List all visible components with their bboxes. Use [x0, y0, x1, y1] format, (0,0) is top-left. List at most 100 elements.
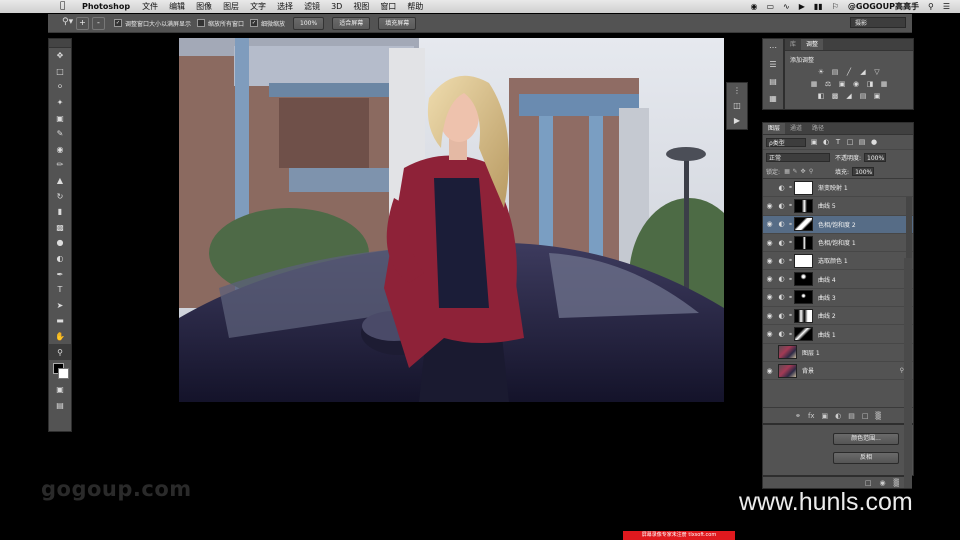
gradient-map-icon[interactable]: ▤ [859, 92, 868, 101]
layer-mask[interactable] [794, 198, 813, 213]
quick-select-tool-icon[interactable]: ✦ [49, 95, 71, 111]
layer-name[interactable]: 图层 1 [802, 348, 820, 357]
visibility-eye-icon[interactable]: ◉ [763, 367, 776, 375]
layer-name[interactable]: 曲线 4 [818, 275, 836, 284]
new-layer-icon[interactable]: □ [862, 412, 869, 420]
threshold-icon[interactable]: ◢ [845, 92, 854, 101]
lock-position-icon[interactable]: ✥ [799, 168, 807, 175]
layer-mask[interactable] [794, 180, 813, 195]
tab-adjustments[interactable]: 调整 [801, 39, 824, 50]
opacity-input[interactable]: 100% [864, 152, 887, 162]
fill-input[interactable]: 100% [852, 166, 875, 176]
channel-mixer-icon[interactable]: ◨ [866, 80, 875, 89]
layer-name[interactable]: 色相/饱和度 2 [818, 220, 856, 229]
wifi-icon[interactable]: ∿ [783, 0, 790, 13]
menu-filter[interactable]: 滤镜 [304, 0, 320, 13]
tab-layers[interactable]: 图层 [763, 123, 786, 134]
trash-icon[interactable]: ▒ [894, 479, 899, 487]
layer-mask[interactable] [794, 290, 813, 305]
notification-center-icon[interactable]: ☰ [943, 0, 950, 13]
layer-name[interactable]: 色相/饱和度 1 [818, 238, 856, 247]
resize-windows-checkbox[interactable]: ✓ [114, 19, 122, 27]
layer-name[interactable]: 曲线 3 [818, 293, 836, 302]
exposure-icon[interactable]: ◢ [859, 68, 868, 77]
dodge-tool-icon[interactable]: ◐ [49, 251, 71, 267]
background-color[interactable] [58, 367, 69, 379]
layer-name[interactable]: 选取颜色 1 [818, 256, 848, 265]
layer-name[interactable]: 背景 [802, 366, 814, 375]
properties-icon[interactable]: ▦ [763, 90, 783, 107]
menu-window[interactable]: 窗口 [380, 0, 396, 13]
brush-tool-icon[interactable]: ✏ [49, 157, 71, 173]
menu-3d[interactable]: 3D [331, 0, 342, 13]
add-mask-icon[interactable]: ▣ [822, 412, 829, 420]
zoom-all-checkbox[interactable] [197, 19, 206, 27]
posterize-icon[interactable]: ▩ [831, 92, 840, 101]
layer-row[interactable]: ◉ ◐ ⚭ 选取颜色 1 [763, 252, 913, 271]
visibility-eye-icon[interactable]: ◉ [763, 275, 776, 283]
lock-pixels-icon[interactable]: ✎ [791, 168, 799, 175]
battery-icon[interactable]: ▮▮ [814, 0, 823, 13]
color-balance-icon[interactable]: ⚖ [824, 80, 833, 89]
eyedropper-tool-icon[interactable]: ✎ [49, 126, 71, 142]
menu-file[interactable]: 文件 [142, 0, 158, 13]
blur-tool-icon[interactable]: ● [49, 235, 71, 251]
visibility-eye-icon[interactable]: ◉ [763, 348, 776, 356]
marquee-tool-icon[interactable]: □ [49, 64, 71, 80]
layer-row[interactable]: ◉ ◐ ⚭ 曲线 2 [763, 307, 913, 326]
visibility-eye-icon[interactable]: ◉ [763, 257, 776, 265]
layer-mask[interactable] [794, 253, 813, 268]
layer-thumbnail[interactable] [778, 363, 797, 378]
move-tool-icon[interactable]: ✥ [49, 48, 71, 64]
filter-type-icon[interactable]: T [834, 138, 842, 146]
hand-tool-icon[interactable]: ✋ [49, 329, 71, 345]
airplay-icon[interactable]: ▭ [766, 0, 774, 13]
layer-row[interactable]: ◉ 背景 ⚲ [763, 362, 913, 381]
right-scroll-strip[interactable] [904, 258, 912, 488]
menu-view[interactable]: 视图 [353, 0, 369, 13]
fit-screen-button[interactable]: 适合屏幕 [332, 16, 371, 30]
history-icon[interactable]: ◫ [727, 98, 747, 113]
layer-row[interactable]: ◉ ◐ ⚭ 曲线 5 [763, 197, 913, 216]
levels-icon[interactable]: ▤ [831, 68, 840, 77]
visibility-eye-icon[interactable]: ◉ [763, 220, 776, 228]
spotlight-icon[interactable]: ⚲ [928, 0, 934, 13]
layer-row[interactable]: ◉ ◐ ⚭ 曲线 4 [763, 270, 913, 289]
menu-type[interactable]: 文字 [250, 0, 266, 13]
flag-icon[interactable]: ⚐ [832, 0, 839, 13]
visibility-eye-icon[interactable]: ◉ [763, 312, 776, 320]
layer-row[interactable]: ◉ ◐ ⚭ 曲线 3 [763, 289, 913, 308]
layer-row[interactable]: ◉ 图层 1 [763, 344, 913, 362]
volume-icon[interactable]: ▶ [799, 0, 805, 13]
selection-icon[interactable]: □ [865, 479, 872, 487]
tab-library[interactable]: 库 [785, 39, 801, 50]
layer-mask[interactable] [794, 308, 813, 323]
menu-edit[interactable]: 编辑 [169, 0, 185, 13]
scrubby-zoom-checkbox[interactable]: ✓ [250, 19, 259, 27]
zoom-tool-icon[interactable]: ⚲ [49, 344, 71, 360]
visibility-eye-icon[interactable]: ◉ [763, 184, 776, 192]
zoom-tool-icon[interactable]: ⚲▾ [62, 17, 76, 29]
blend-mode-select[interactable]: 正常 [766, 152, 830, 162]
layer-name[interactable]: 渐变映射 1 [818, 183, 848, 192]
eraser-tool-icon[interactable]: ▮ [49, 204, 71, 220]
layer-name[interactable]: 曲线 2 [818, 311, 836, 320]
layer-thumbnail[interactable] [778, 345, 797, 360]
selective-color-icon[interactable]: ▣ [873, 92, 882, 101]
lasso-tool-icon[interactable]: ⚪ [49, 79, 71, 95]
menu-select[interactable]: 选择 [277, 0, 293, 13]
menu-layer[interactable]: 图层 [223, 0, 239, 13]
menu-image[interactable]: 图像 [196, 0, 212, 13]
visibility-eye-icon[interactable]: ◉ [763, 293, 776, 301]
delete-layer-icon[interactable]: ▒ [876, 412, 881, 420]
link-layers-icon[interactable]: ⚭ [795, 412, 801, 420]
new-group-icon[interactable]: ▤ [848, 412, 855, 420]
pen-tool-icon[interactable]: ✒ [49, 266, 71, 282]
gradient-tool-icon[interactable]: ▩ [49, 220, 71, 236]
curves-icon[interactable]: ╱ [845, 68, 854, 77]
play-icon[interactable]: ▶ [727, 113, 747, 128]
quick-mask-icon[interactable]: ▣ [49, 382, 71, 398]
filter-toggle-icon[interactable]: ● [870, 138, 878, 146]
type-tool-icon[interactable]: T [49, 282, 71, 298]
photo-filter-icon[interactable]: ◉ [852, 80, 861, 89]
